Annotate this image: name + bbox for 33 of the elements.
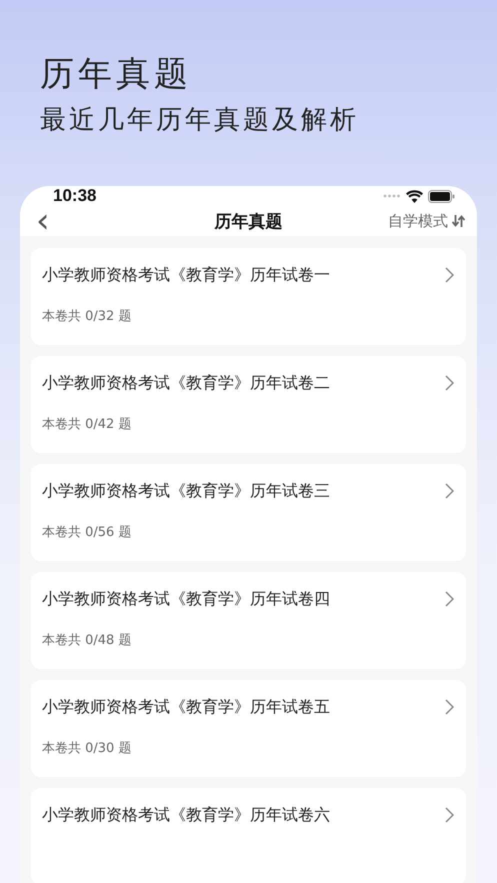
paper-card[interactable]: 小学教师资格考试《教育学》历年试卷三 本卷共 0/56 题 [31,464,466,561]
paper-title: 小学教师资格考试《教育学》历年试卷一 [42,264,330,286]
paper-card[interactable]: 小学教师资格考试《教育学》历年试卷二 本卷共 0/42 题 [31,356,466,453]
nav-title: 历年真题 [214,210,282,232]
paper-title: 小学教师资格考试《教育学》历年试卷三 [42,480,330,502]
paper-card[interactable]: 小学教师资格考试《教育学》历年试卷五 本卷共 0/30 题 [31,680,466,777]
wifi-icon [406,190,423,202]
signal-icon [383,194,401,198]
paper-title: 小学教师资格考试《教育学》历年试卷四 [42,588,330,610]
mode-button[interactable]: 自学模式 [388,212,465,230]
paper-title: 小学教师资格考试《教育学》历年试卷六 [42,804,330,826]
question-count: 本卷共 0/56 题 [42,524,132,541]
paper-card[interactable]: 小学教师资格考试《教育学》历年试卷六 [31,788,466,883]
paper-title: 小学教师资格考试《教育学》历年试卷五 [42,696,330,718]
page-heading: 历年真题 [40,53,193,96]
battery-icon [428,190,455,202]
paper-card[interactable]: 小学教师资格考试《教育学》历年试卷一 本卷共 0/32 题 [31,248,466,345]
back-button[interactable]: ‹ [32,206,54,236]
question-count: 本卷共 0/30 题 [42,740,132,757]
question-count: 本卷共 0/48 题 [42,632,132,649]
chevron-right-icon [445,699,454,715]
question-count: 本卷共 0/32 题 [42,308,132,325]
paper-title: 小学教师资格考试《教育学》历年试卷二 [42,372,330,394]
chevron-right-icon [445,375,454,391]
paper-card[interactable]: 小学教师资格考试《教育学》历年试卷四 本卷共 0/48 题 [31,572,466,669]
sort-icon [452,215,465,227]
chevron-right-icon [445,807,454,823]
chevron-right-icon [445,483,454,499]
question-count: 本卷共 0/42 题 [42,416,132,433]
page-subtitle: 最近几年历年真题及解析 [40,104,360,137]
chevron-right-icon [445,267,454,283]
chevron-right-icon [445,591,454,607]
status-time: 10:38 [53,186,96,206]
